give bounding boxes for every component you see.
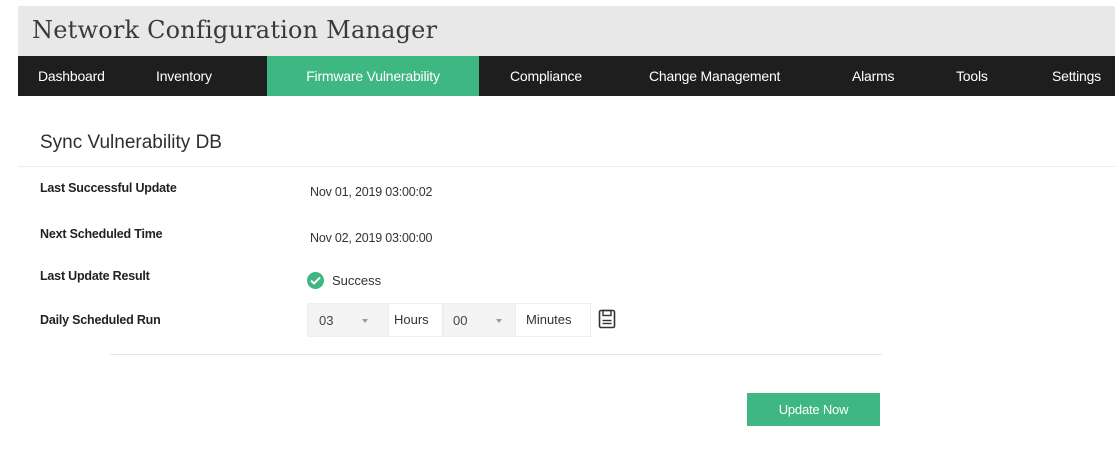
caret-down-icon [362, 319, 368, 323]
form-divider [110, 354, 882, 355]
minutes-select-value: 00 [453, 313, 468, 328]
nav-item-tools[interactable]: Tools [956, 56, 988, 96]
update-now-button[interactable]: Update Now [747, 393, 880, 426]
hours-unit-label: Hours [394, 312, 429, 327]
nav-item-settings[interactable]: Settings [1052, 56, 1101, 96]
main-nav: Dashboard Inventory Firmware Vulnerabili… [18, 56, 1115, 96]
last-update-value: Nov 01, 2019 03:00:02 [310, 185, 433, 199]
title-bar: Network Configuration Manager [18, 6, 1115, 56]
next-time-value: Nov 02, 2019 03:00:00 [310, 231, 433, 245]
daily-run-label: Daily Scheduled Run [40, 313, 161, 327]
title-divider [18, 166, 1115, 167]
app-title: Network Configuration Manager [32, 16, 438, 44]
nav-item-compliance[interactable]: Compliance [510, 56, 582, 96]
nav-item-firmware-vulnerability[interactable]: Firmware Vulnerability [267, 56, 479, 96]
minutes-select[interactable]: 00 [443, 303, 516, 337]
section-title: Sync Vulnerability DB [40, 132, 222, 153]
next-time-label: Next Scheduled Time [40, 227, 163, 241]
minutes-unit-label: Minutes [526, 312, 572, 327]
main-content: Sync Vulnerability DB Last Successful Up… [18, 96, 1115, 449]
last-update-label: Last Successful Update [40, 181, 177, 195]
check-circle-icon [307, 272, 324, 289]
hours-select-value: 03 [319, 313, 334, 328]
nav-item-inventory[interactable]: Inventory [156, 56, 212, 96]
last-result-value: Success [332, 273, 382, 288]
hours-select[interactable]: 03 [307, 303, 389, 337]
nav-item-alarms[interactable]: Alarms [852, 56, 895, 96]
nav-item-dashboard[interactable]: Dashboard [38, 56, 105, 96]
nav-item-change-management[interactable]: Change Management [649, 56, 780, 96]
app-window: Network Configuration Manager Dashboard … [0, 0, 1115, 449]
save-icon[interactable] [598, 309, 616, 334]
caret-down-icon [496, 319, 502, 323]
last-result-label: Last Update Result [40, 269, 150, 283]
